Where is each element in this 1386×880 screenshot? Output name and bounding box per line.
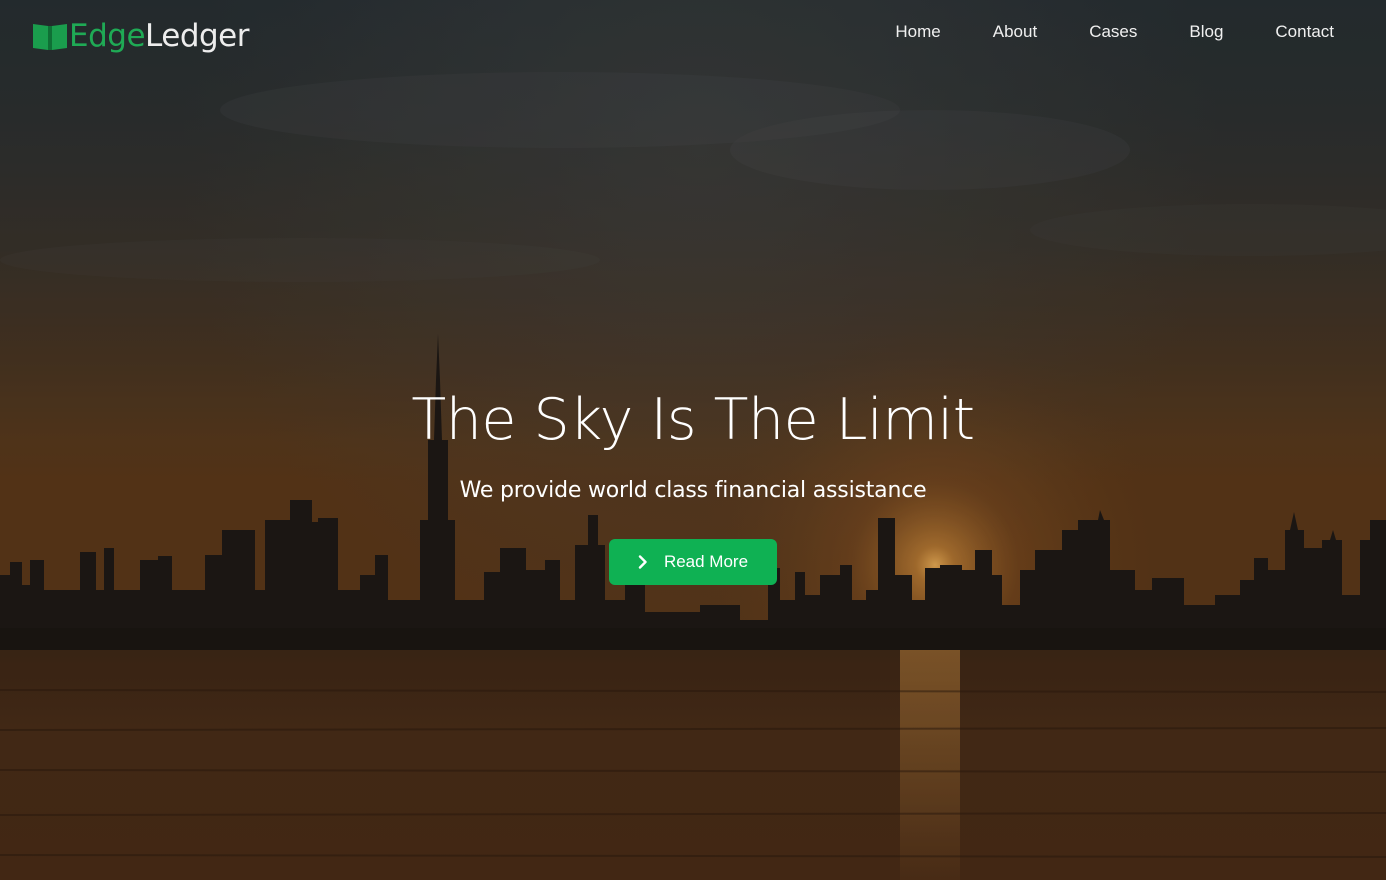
nav-item-contact: Contact [1275,22,1334,42]
nav-link-cases[interactable]: Cases [1089,22,1137,41]
nav-item-blog: Blog [1189,22,1223,42]
nav-link-blog[interactable]: Blog [1189,22,1223,41]
brand-name-edge: Edge [69,18,146,54]
hero-section: Edge Ledger Home About Cases Blog Contact… [0,0,1386,880]
nav-link-contact[interactable]: Contact [1275,22,1334,41]
hero-content: The Sky Is The Limit We provide world cl… [0,380,1386,585]
brand-name-ledger: Ledger [145,18,249,54]
brand-logo[interactable]: Edge Ledger [32,16,249,56]
nav-item-home: Home [895,22,940,42]
nav-item-cases: Cases [1089,22,1137,42]
open-book-icon [33,24,67,50]
top-navbar: Edge Ledger Home About Cases Blog Contact [0,0,1386,70]
nav-item-about: About [993,22,1037,42]
nav-link-about[interactable]: About [993,22,1037,41]
chevron-right-icon [638,555,647,569]
hero-title: The Sky Is The Limit [411,387,975,453]
read-more-button[interactable]: Read More [609,539,777,585]
hero-subtitle: We provide world class financial assista… [459,478,927,503]
read-more-label: Read More [663,552,749,571]
main-nav-menu: Home About Cases Blog Contact [843,22,1334,42]
nav-link-home[interactable]: Home [895,22,940,41]
